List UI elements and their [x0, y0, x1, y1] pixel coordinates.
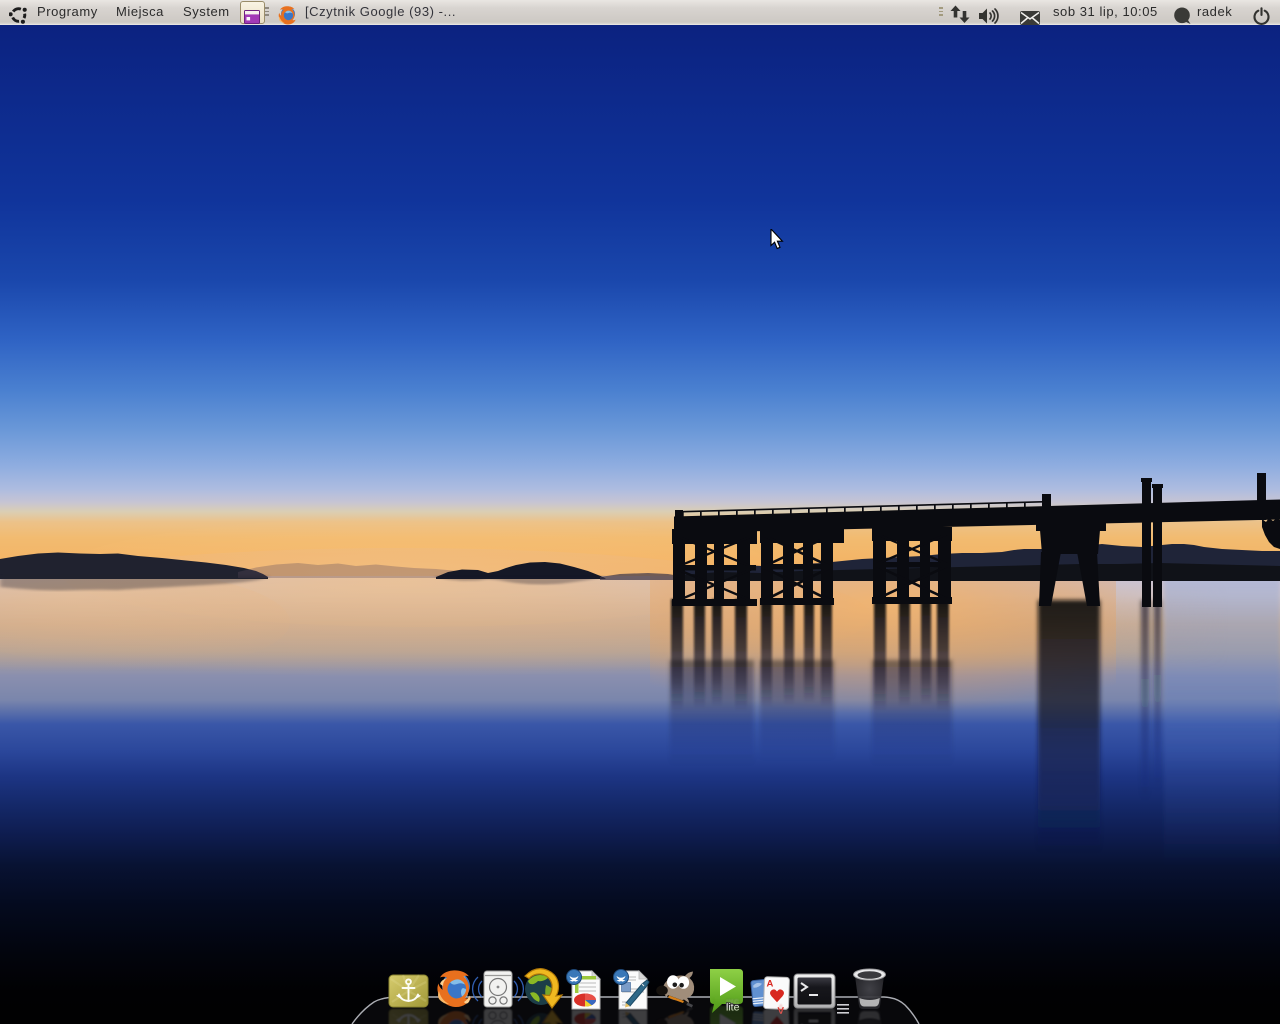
svg-text:A: A	[767, 979, 774, 990]
